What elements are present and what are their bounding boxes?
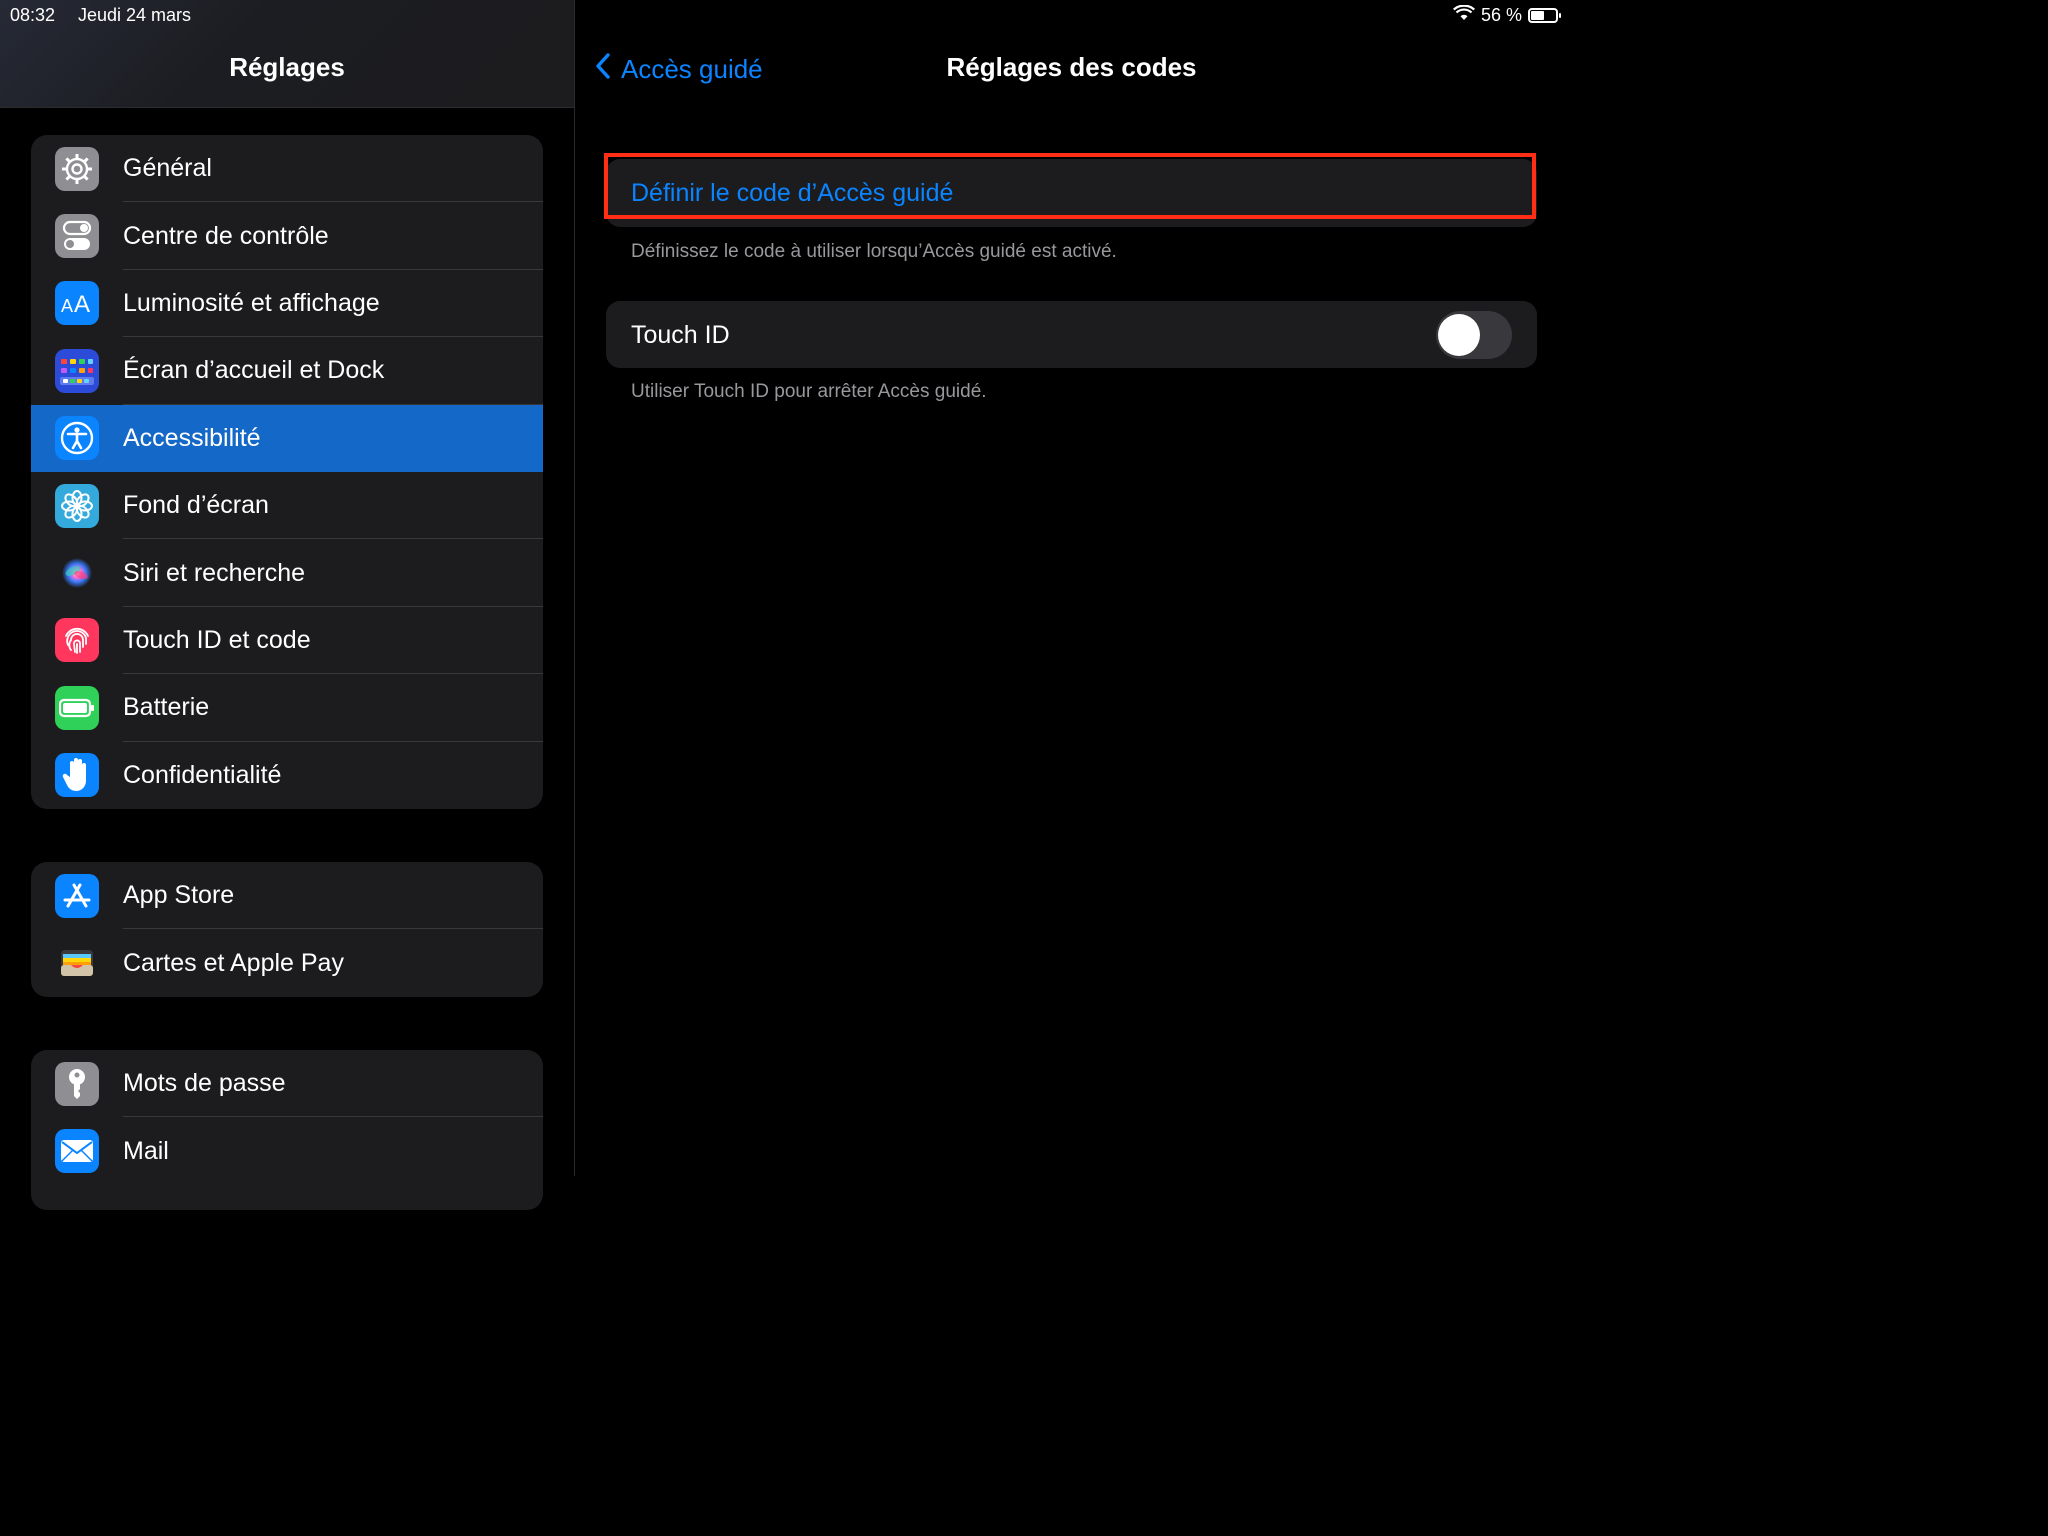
sidebar-item-battery[interactable]: Batterie bbox=[31, 674, 543, 742]
settings-group-3: Mots de passe Mail bbox=[31, 1050, 543, 1210]
toggle-knob bbox=[1438, 314, 1480, 356]
sidebar-item-key[interactable]: Mots de passe bbox=[31, 1050, 543, 1118]
sidebar-item-siri[interactable]: Siri et recherche bbox=[31, 539, 543, 607]
wallet-icon bbox=[55, 941, 99, 986]
accessibility-icon bbox=[55, 416, 99, 461]
mail-icon bbox=[55, 1129, 99, 1174]
detail-pane: Accès guidé Réglages des codes Définir l… bbox=[575, 0, 1568, 1176]
sidebar-item-label: Centre de contrôle bbox=[123, 221, 329, 250]
text-size-icon: AA bbox=[55, 281, 99, 326]
settings-group-1: Général Centre de contrôle A A Luminosité et… bbox=[31, 135, 543, 809]
sidebar-item-label: Cartes et Apple Pay bbox=[123, 948, 344, 977]
sidebar-item-mail[interactable]: Mail bbox=[31, 1117, 543, 1184]
sidebar-item-text-size[interactable]: A A Luminosité et affichage bbox=[31, 270, 543, 338]
switches-icon bbox=[55, 214, 99, 259]
sidebar-item-label: Siri et recherche bbox=[123, 558, 306, 587]
sidebar-item-hand[interactable]: Confidentialité bbox=[31, 742, 543, 809]
status-date: Jeudi 24 mars bbox=[78, 5, 192, 25]
touch-id-label: Touch ID bbox=[631, 321, 730, 349]
sidebar-item-wallet[interactable]: Cartes et Apple Pay bbox=[31, 929, 543, 996]
svg-text:A: A bbox=[61, 296, 73, 316]
sidebar-item-label: Touch ID et code bbox=[123, 625, 311, 654]
sidebar-item-label: Batterie bbox=[123, 693, 210, 722]
sidebar-title: Réglages bbox=[229, 52, 345, 82]
status-time: 08:32 bbox=[10, 5, 56, 25]
svg-text:A: A bbox=[74, 291, 90, 316]
set-code-footer: Définissez le code à utiliser lorsqu’Acc… bbox=[631, 241, 1117, 262]
set-code-card: Définir le code d’Accès guidé bbox=[606, 159, 1537, 227]
sidebar: Réglages Général Centre de contrôle A A Lumi… bbox=[0, 0, 575, 1210]
gear-icon bbox=[55, 146, 99, 191]
sidebar-item-switches[interactable]: Centre de contrôle bbox=[31, 202, 543, 270]
sidebar-item-label: Mots de passe bbox=[123, 1069, 286, 1098]
sidebar-item-flower[interactable]: Fond d’écran bbox=[31, 472, 543, 540]
battery-status-icon bbox=[1528, 8, 1561, 23]
home-grid-icon bbox=[55, 348, 99, 393]
sidebar-item-label: Mail bbox=[123, 1136, 169, 1165]
status-right: 56 % bbox=[1453, 4, 1561, 26]
sidebar-item-label: Écran d’accueil et Dock bbox=[123, 356, 385, 385]
sidebar-item-label: App Store bbox=[123, 881, 235, 910]
flower-icon bbox=[55, 483, 99, 528]
settings-group-2: App Store Cartes et Apple Pay bbox=[31, 862, 543, 997]
sidebar-item-label: Confidentialité bbox=[123, 760, 282, 789]
battery-icon bbox=[55, 685, 99, 730]
app-store-icon bbox=[55, 873, 99, 918]
sidebar-item-app-store[interactable]: App Store bbox=[31, 862, 543, 930]
hand-icon bbox=[55, 753, 99, 798]
key-icon bbox=[55, 1061, 99, 1106]
touch-id-toggle[interactable] bbox=[1436, 311, 1512, 359]
battery-percent: 56 % bbox=[1480, 5, 1522, 25]
touch-id-footer: Utiliser Touch ID pour arrêter Accès gui… bbox=[631, 381, 987, 402]
sidebar-item-label: Général bbox=[123, 154, 212, 183]
status-bar: 08:32 Jeudi 24 mars 56 % bbox=[0, 0, 1568, 30]
sidebar-item-accessibility[interactable]: Accessibilité bbox=[31, 404, 543, 472]
touch-id-card: Touch ID bbox=[606, 301, 1537, 368]
page-title: Réglages des codes bbox=[946, 52, 1197, 82]
siri-icon bbox=[55, 551, 99, 596]
wifi-icon bbox=[1453, 4, 1475, 26]
sidebar-item-label: Luminosité et affichage bbox=[123, 288, 380, 317]
sidebar-item-gear[interactable]: Général bbox=[31, 135, 543, 203]
fingerprint-icon bbox=[55, 618, 99, 663]
set-code-button[interactable]: Définir le code d’Accès guidé bbox=[631, 179, 953, 208]
sidebar-item-home-grid[interactable]: Écran d’accueil et Dock bbox=[31, 337, 543, 405]
sidebar-item-fingerprint[interactable]: Touch ID et code bbox=[31, 607, 543, 675]
sidebar-item-label: Accessibilité bbox=[123, 423, 261, 452]
sidebar-item-label: Fond d’écran bbox=[123, 491, 269, 520]
